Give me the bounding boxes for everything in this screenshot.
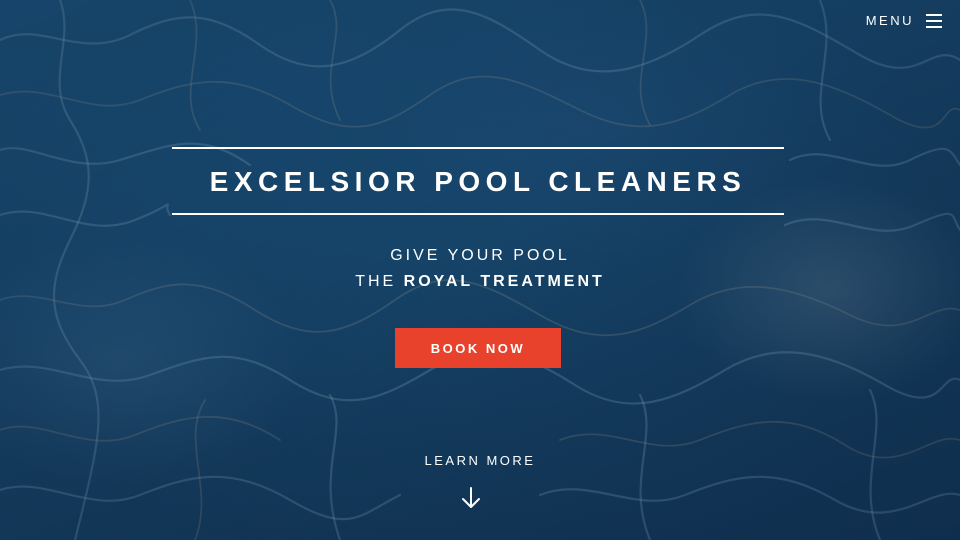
- title-block: EXCELSIOR POOL CLEANERS: [172, 147, 784, 215]
- tagline-prefix: THE: [355, 273, 397, 290]
- title-rule-bottom: [172, 213, 784, 215]
- arrow-down-icon[interactable]: [461, 487, 481, 509]
- tagline-line-2: THE ROYAL TREATMENT: [0, 273, 960, 291]
- tagline-emphasis: ROYAL TREATMENT: [403, 273, 605, 290]
- hamburger-line: [926, 13, 942, 16]
- book-now-button[interactable]: BOOK NOW: [395, 328, 561, 368]
- menu-button[interactable]: MENU: [866, 13, 942, 28]
- hamburger-line: [926, 25, 942, 28]
- learn-more-link[interactable]: LEARN MORE: [0, 453, 960, 468]
- hamburger-line: [926, 19, 942, 22]
- menu-label: MENU: [865, 13, 914, 28]
- tagline-line-1: GIVE YOUR POOL: [390, 247, 570, 264]
- hamburger-icon[interactable]: [926, 13, 942, 28]
- site-title: EXCELSIOR POOL CLEANERS: [209, 166, 747, 197]
